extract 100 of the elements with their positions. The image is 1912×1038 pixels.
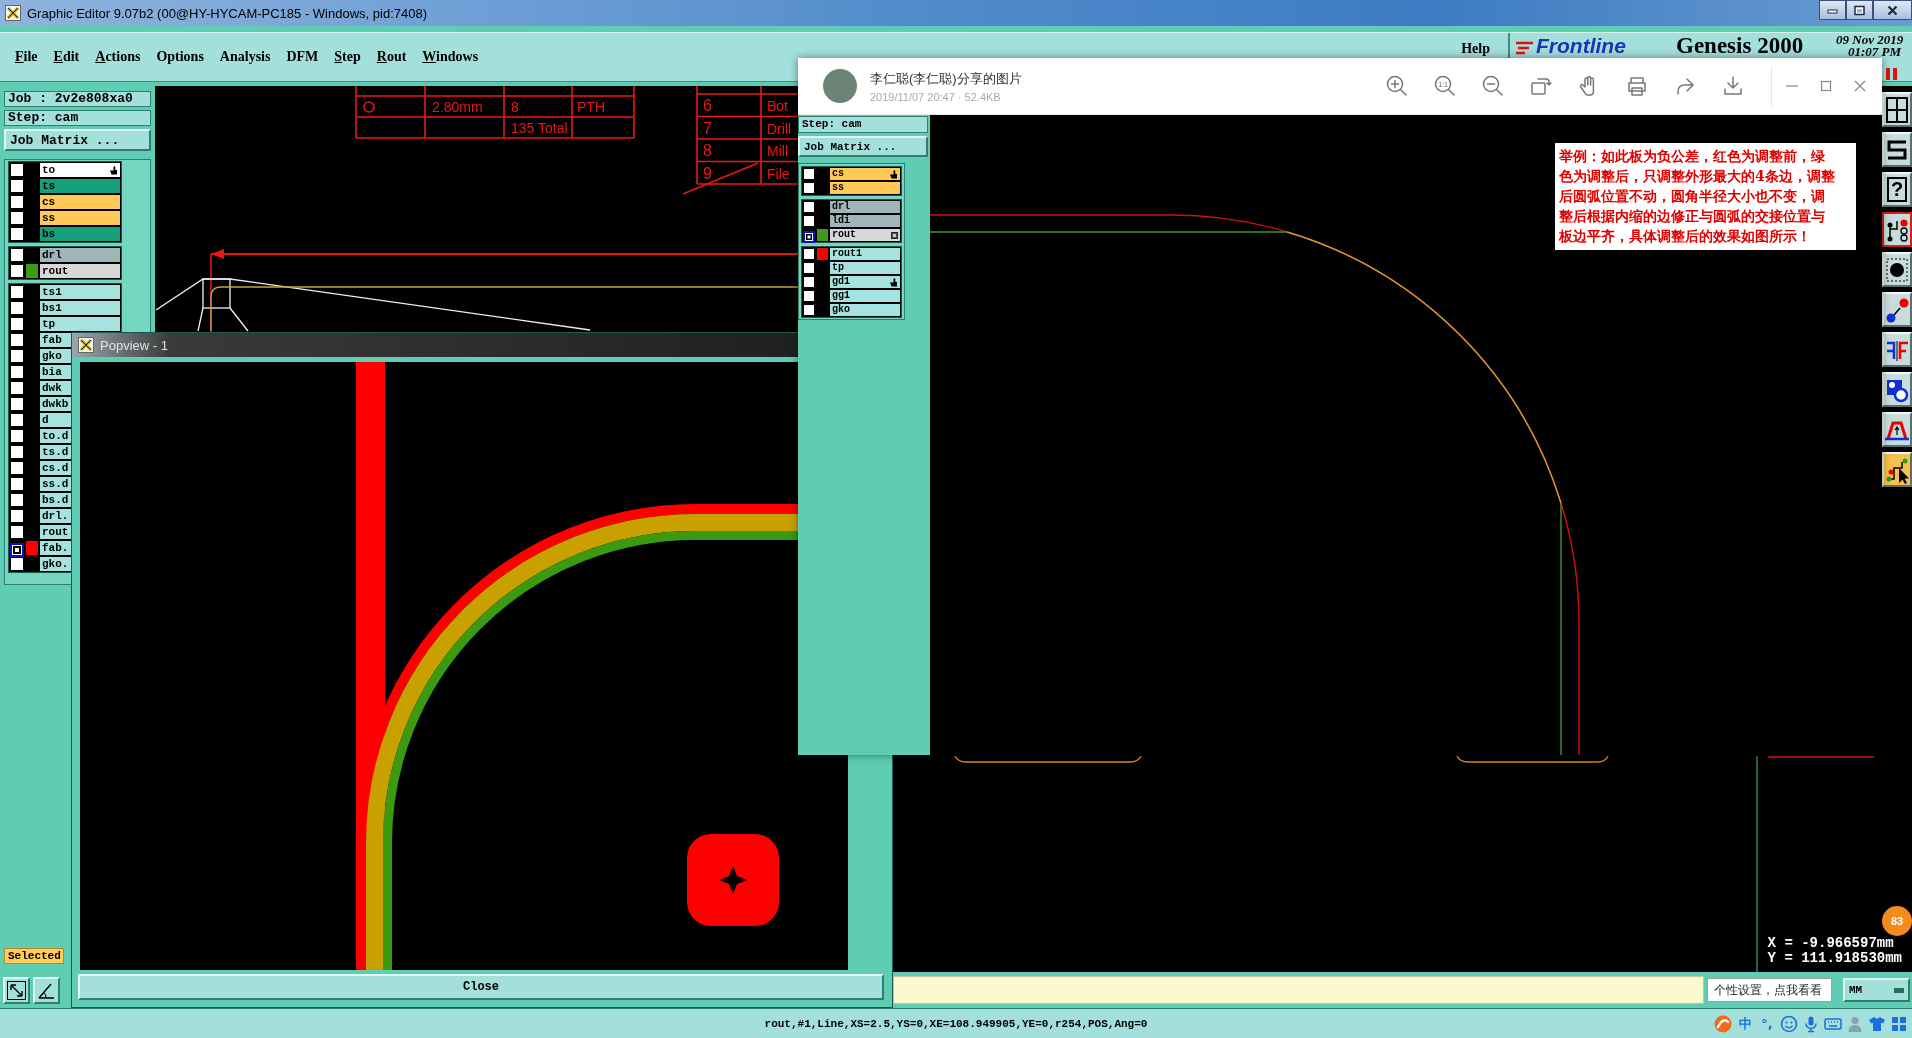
menu-item[interactable]: Edit <box>45 49 88 65</box>
layer-name[interactable]: gko. <box>40 557 71 571</box>
keyboard-icon[interactable] <box>1824 1015 1842 1033</box>
layer-name[interactable]: ldi <box>830 215 900 227</box>
layer-checkbox[interactable] <box>803 290 815 302</box>
layer-checkbox[interactable] <box>10 429 24 443</box>
layer-checkbox[interactable] <box>803 215 815 227</box>
layer-name[interactable]: fab. <box>40 541 71 555</box>
layer-checkbox[interactable] <box>10 301 24 315</box>
layer-checkbox[interactable] <box>10 493 24 507</box>
layer-name[interactable]: drl <box>40 248 120 262</box>
menu-item[interactable]: File <box>7 49 46 65</box>
layer-checkbox[interactable] <box>10 333 24 347</box>
shirt-icon[interactable] <box>1868 1015 1886 1033</box>
layer-name[interactable]: ss <box>40 211 120 225</box>
layer-checkbox[interactable] <box>10 317 24 331</box>
tool-button[interactable] <box>1882 212 1912 247</box>
menu-item[interactable]: Step <box>326 49 369 65</box>
layer-checkbox[interactable] <box>803 276 815 288</box>
menu-item[interactable]: Help <box>1453 41 1498 57</box>
layer-name[interactable]: rout <box>830 229 900 241</box>
job-matrix-button[interactable]: Job Matrix ... <box>4 129 151 151</box>
layer-name[interactable]: ts <box>40 179 120 193</box>
layer-name[interactable]: bs1 <box>40 301 120 315</box>
layer-checkbox[interactable] <box>10 349 24 363</box>
menu-item[interactable]: Analysis <box>211 49 279 65</box>
maximize-icon[interactable] <box>1819 79 1833 93</box>
layer-checkbox[interactable] <box>10 509 24 523</box>
menu-item[interactable]: Rout <box>368 49 415 65</box>
zoom-in-icon[interactable] <box>1385 74 1409 98</box>
microphone-icon[interactable] <box>1802 1015 1820 1033</box>
minimize-button[interactable] <box>1819 0 1846 20</box>
fit-button[interactable] <box>3 976 30 1004</box>
layer-name[interactable]: rout <box>40 525 71 539</box>
layer-checkbox[interactable] <box>10 248 24 262</box>
ime-logo-icon[interactable] <box>1714 1015 1732 1033</box>
grid-icon[interactable] <box>1890 1015 1908 1033</box>
layer-name[interactable]: bs <box>40 227 120 241</box>
emoji-icon[interactable] <box>1780 1015 1798 1033</box>
layer-name[interactable]: drl <box>830 201 900 213</box>
layer-name[interactable]: gko <box>40 349 71 363</box>
layer-checkbox[interactable] <box>803 231 815 243</box>
layer-name[interactable]: d <box>40 413 71 427</box>
close-button[interactable]: Close <box>78 974 884 1000</box>
layer-name[interactable]: ss.d <box>40 477 71 491</box>
maximize-button[interactable] <box>1846 0 1873 20</box>
layer-name[interactable]: bia <box>40 365 71 379</box>
zoom-out-icon[interactable] <box>1481 74 1505 98</box>
job-matrix-button[interactable]: Job Matrix ... <box>798 136 928 157</box>
layer-name[interactable]: drl. <box>40 509 71 523</box>
layer-name[interactable]: ts.d <box>40 445 71 459</box>
layer-name[interactable]: tp <box>830 262 900 274</box>
layer-checkbox[interactable] <box>10 397 24 411</box>
layer-checkbox[interactable] <box>10 365 24 379</box>
layer-name[interactable]: to <box>40 163 120 177</box>
layer-checkbox[interactable] <box>10 211 24 225</box>
layer-checkbox[interactable] <box>10 227 24 241</box>
layer-checkbox[interactable] <box>803 182 815 194</box>
layer-checkbox[interactable] <box>10 285 24 299</box>
layer-name[interactable]: rout1 <box>830 248 900 260</box>
layer-checkbox[interactable] <box>10 264 24 278</box>
layer-checkbox[interactable] <box>10 445 24 459</box>
layer-name[interactable]: tp <box>40 317 120 331</box>
layer-name[interactable]: to.d <box>40 429 71 443</box>
layer-checkbox[interactable] <box>10 525 24 539</box>
menu-item[interactable]: Windows <box>414 49 487 65</box>
layer-checkbox[interactable] <box>10 557 24 571</box>
printer-icon[interactable] <box>1625 74 1649 98</box>
menu-item[interactable]: DFM <box>278 49 327 65</box>
layer-name[interactable]: gd1 <box>830 276 900 288</box>
layer-checkbox[interactable] <box>10 163 24 177</box>
close-icon[interactable] <box>1853 79 1867 93</box>
layer-checkbox[interactable] <box>10 179 24 193</box>
angle-button[interactable] <box>33 976 60 1004</box>
layer-name[interactable]: cs <box>830 168 900 180</box>
layer-name[interactable]: gg1 <box>830 290 900 302</box>
layer-checkbox[interactable] <box>803 304 815 316</box>
layer-name[interactable]: cs.d <box>40 461 71 475</box>
layer-name[interactable]: rout <box>40 264 120 278</box>
layer-checkbox[interactable] <box>803 201 815 213</box>
layer-checkbox[interactable] <box>10 477 24 491</box>
layer-checkbox[interactable] <box>10 413 24 427</box>
layer-checkbox[interactable] <box>803 248 815 260</box>
layer-name[interactable]: gko <box>830 304 900 316</box>
layer-checkbox[interactable] <box>10 195 24 209</box>
close-button[interactable] <box>1873 0 1912 20</box>
tool-button[interactable]: ? <box>1882 172 1912 207</box>
menu-item[interactable]: Options <box>148 49 212 65</box>
layer-name[interactable]: dwk <box>40 381 71 395</box>
layer-name[interactable]: bs.d <box>40 493 71 507</box>
layer-name[interactable]: fab <box>40 333 71 347</box>
units-dropdown[interactable]: MM <box>1843 978 1910 1002</box>
download-icon[interactable] <box>1721 74 1745 98</box>
layer-checkbox[interactable] <box>10 543 24 557</box>
layer-checkbox[interactable] <box>10 461 24 475</box>
layer-name[interactable]: dwkb <box>40 397 71 411</box>
layer-checkbox[interactable] <box>803 262 815 274</box>
layer-name[interactable]: ss <box>830 182 900 194</box>
layer-name[interactable]: cs <box>40 195 120 209</box>
layer-checkbox[interactable] <box>10 381 24 395</box>
